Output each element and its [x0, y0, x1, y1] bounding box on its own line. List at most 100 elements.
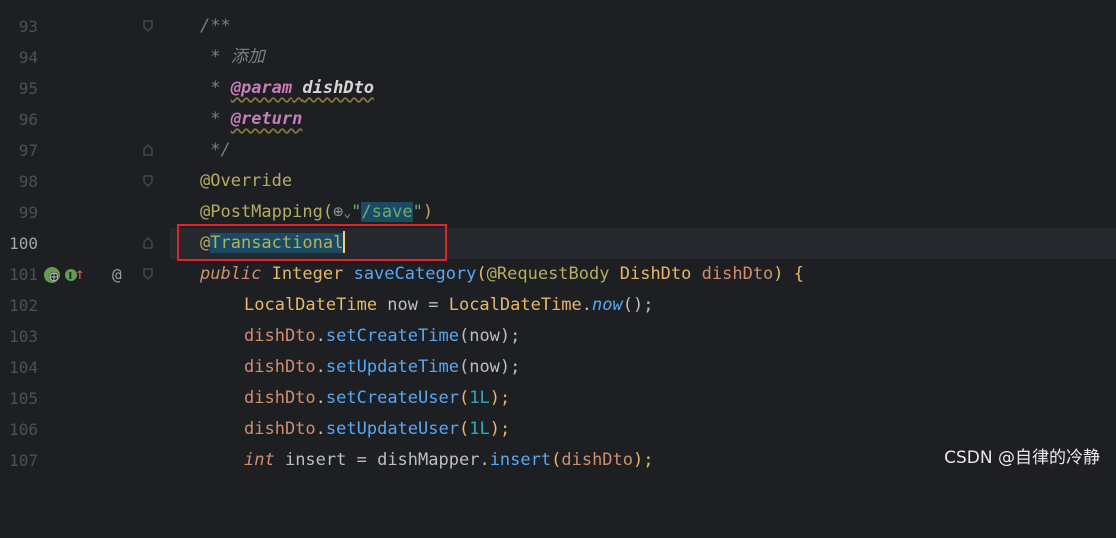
code-line-106[interactable]: dishDto.setUpdateUser(1L);	[170, 414, 1116, 445]
method-call: setCreateTime	[325, 326, 459, 346]
method-call: setUpdateTime	[325, 357, 459, 377]
gutter-line-103: 103	[0, 321, 170, 352]
javadoc-param-name: dishDto	[302, 78, 375, 98]
fold-end-icon[interactable]	[143, 237, 153, 249]
code-line-97[interactable]: */	[170, 135, 1116, 166]
javadoc-star: *	[200, 47, 231, 67]
object-ref: dishDto	[244, 326, 316, 346]
javadoc-text: 添加	[230, 47, 265, 67]
line-number: 94	[18, 48, 38, 67]
override-annotation: @Override	[200, 171, 293, 191]
line-number: 103	[9, 327, 38, 346]
object-ref: dishDto	[244, 388, 316, 408]
gutter-line-106: 106	[0, 414, 170, 445]
code-line-98[interactable]: @Override	[170, 166, 1116, 197]
fold-start-icon[interactable]	[143, 268, 153, 280]
code-line-96[interactable]: * @return	[170, 104, 1116, 135]
web-endpoint-icon[interactable]	[43, 266, 61, 284]
call-args: (now);	[458, 357, 521, 377]
gutter-line-100: 100	[0, 228, 170, 259]
watermark: CSDN @自律的冷静	[944, 448, 1100, 468]
gutter-line-97: 97	[0, 135, 170, 166]
gutter-line-93: 93	[0, 11, 170, 42]
object-ref: dishMapper	[377, 450, 480, 470]
fold-end-icon[interactable]	[143, 144, 153, 156]
keyword-public: public	[200, 264, 262, 284]
line-number: 97	[18, 141, 38, 160]
code-line-95[interactable]: * @param dishDto	[170, 73, 1116, 104]
dot: .	[581, 295, 593, 315]
gutter-line-94: 94	[0, 42, 170, 73]
javadoc-open: /**	[200, 16, 231, 36]
gutter-line-105: 105	[0, 383, 170, 414]
dot: .	[315, 357, 326, 377]
method-call: insert	[489, 450, 552, 470]
string-quote: "	[351, 202, 362, 222]
code-line-102[interactable]: LocalDateTime now = LocalDateTime.now();	[170, 290, 1116, 321]
code-line-94[interactable]: * 添加	[170, 42, 1116, 73]
override-up-arrow-icon[interactable]: ↑	[75, 258, 85, 289]
paren-open: (	[551, 450, 562, 470]
postmapping-annotation: @PostMapping(	[200, 202, 334, 222]
code-line-104[interactable]: dishDto.setUpdateTime(now);	[170, 352, 1116, 383]
number-literal: 1L	[469, 388, 490, 408]
gutter-line-98: 98	[0, 166, 170, 197]
web-globe-icon[interactable]: ⊕	[333, 202, 343, 222]
object-ref: dishDto	[244, 419, 316, 439]
code-line-103[interactable]: dishDto.setCreateTime(now);	[170, 321, 1116, 352]
call-args: (now);	[458, 326, 521, 346]
call-arg: dishDto	[561, 450, 634, 470]
line-number: 104	[9, 358, 38, 377]
javadoc-close: */	[200, 140, 231, 160]
object-ref: dishDto	[244, 357, 316, 377]
code-line-101[interactable]: public Integer saveCategory(@RequestBody…	[170, 259, 1116, 290]
code-line-93[interactable]: /**	[170, 11, 1116, 42]
fold-start-icon[interactable]	[143, 20, 153, 32]
annotation-at-icon[interactable]: @	[112, 259, 122, 290]
param-name: dishDto	[701, 264, 774, 284]
code-line-105[interactable]: dishDto.setCreateUser(1L);	[170, 383, 1116, 414]
line-number: 106	[9, 420, 38, 439]
javadoc-param-tag: @param	[230, 78, 293, 98]
call-end: );	[489, 388, 511, 408]
gutter-line-96: 96	[0, 104, 170, 135]
javadoc-star: *	[200, 109, 231, 129]
gutter-line-99: 99	[0, 197, 170, 228]
keyword-int: int	[244, 450, 275, 470]
param-type: DishDto	[619, 264, 692, 284]
return-type: Integer	[271, 264, 344, 284]
paren-open: (	[458, 419, 470, 439]
fold-start-icon[interactable]	[143, 175, 153, 187]
code-editor[interactable]: 93 94 95 96 97 98 99 100 101 I ↑ @ 102 1…	[0, 0, 1116, 476]
call-end: ();	[622, 295, 654, 315]
line-number: 98	[18, 172, 38, 191]
dot: .	[479, 450, 490, 470]
requestbody-annotation: @RequestBody	[486, 264, 610, 284]
static-method: now	[592, 295, 623, 315]
dot: .	[315, 388, 326, 408]
local-type: LocalDateTime	[244, 295, 378, 315]
call-end: );	[489, 419, 511, 439]
method-name: saveCategory	[353, 264, 477, 284]
javadoc-return-tag: @return	[230, 109, 303, 129]
line-number: 95	[18, 79, 38, 98]
chevron-down-icon[interactable]: ⌄	[343, 206, 351, 221]
paren-open: (	[458, 388, 470, 408]
brace-open: ) {	[773, 264, 805, 284]
string-quote: "	[412, 202, 423, 222]
javadoc-space	[292, 78, 302, 98]
line-number: 102	[9, 296, 38, 315]
line-number: 101	[9, 265, 38, 284]
javadoc-star: *	[200, 78, 231, 98]
highlight-box	[177, 224, 447, 261]
number-literal: 1L	[469, 419, 490, 439]
svg-text:I: I	[69, 271, 73, 282]
paren-open: (	[476, 264, 487, 284]
dot: .	[315, 419, 326, 439]
gutter-line-95: 95	[0, 73, 170, 104]
method-call: setCreateUser	[325, 388, 459, 408]
var-assign: insert =	[274, 450, 378, 470]
